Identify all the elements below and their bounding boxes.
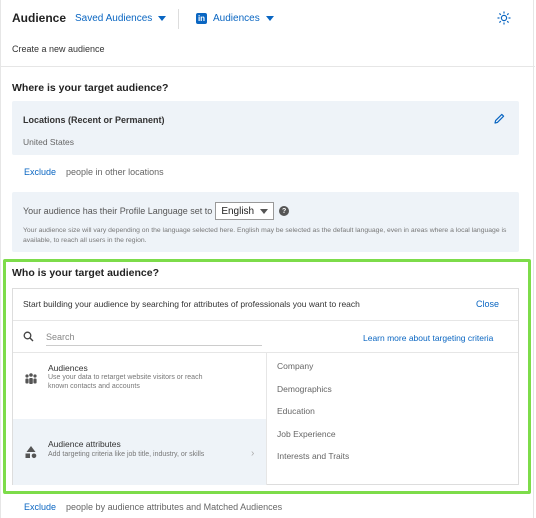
audience-panel: Audience Saved Audiences in Audiences Cr… <box>0 0 535 518</box>
category-audiences[interactable]: Audiences Use your data to retarget webs… <box>13 353 266 419</box>
linkedin-icon: in <box>196 13 207 24</box>
option-company[interactable]: Company <box>277 361 313 371</box>
who-section-title: Who is your target audience? <box>12 267 160 279</box>
subheader: Create a new audience <box>12 44 105 54</box>
audiences-dropdown[interactable]: in Audiences <box>196 13 274 24</box>
locations-value: United States <box>23 137 75 147</box>
panel-top-bar: Start building your audience by searchin… <box>13 289 518 321</box>
exclude-locations-link[interactable]: Exclude <box>24 167 56 177</box>
saved-audiences-label: Saved Audiences <box>75 13 153 24</box>
language-box: Your audience has their Profile Language… <box>12 192 519 252</box>
targeting-panel: Start building your audience by searchin… <box>12 288 519 485</box>
category-desc: Use your data to retarget website visito… <box>48 374 203 390</box>
pencil-icon[interactable] <box>494 113 505 124</box>
category-title: Audiences <box>48 363 88 373</box>
category-desc: Add targeting criteria like job title, i… <box>48 451 205 458</box>
language-prefix: Your audience has their Profile Language… <box>23 206 213 216</box>
lightbulb-icon[interactable] <box>497 11 511 25</box>
option-interests-and-traits[interactable]: Interests and Traits <box>277 451 349 461</box>
help-icon[interactable]: ? <box>279 206 290 216</box>
language-selected: English <box>221 205 255 217</box>
search-icon <box>23 331 34 342</box>
header: Audience Saved Audiences in Audiences <box>1 0 535 38</box>
exclude-audience-link[interactable]: Exclude <box>24 502 56 512</box>
chevron-down-icon <box>265 16 274 21</box>
attribute-options: Company Demographics Education Job Exper… <box>266 352 518 485</box>
category-list: Audiences Use your data to retarget webs… <box>13 352 266 485</box>
category-title: Audience attributes <box>48 439 121 449</box>
where-section-title: Where is your target audience? <box>12 82 169 94</box>
exclude-locations-text: people in other locations <box>66 167 164 177</box>
chevron-down-icon <box>260 208 269 214</box>
search-input[interactable] <box>46 328 262 346</box>
divider <box>1 66 535 67</box>
location-exclude-row: Exclude people in other locations <box>24 167 164 177</box>
option-job-experience[interactable]: Job Experience <box>277 429 336 439</box>
saved-audiences-dropdown[interactable]: Saved Audiences <box>75 13 167 24</box>
close-button[interactable]: Close <box>476 299 499 309</box>
page-title: Audience <box>12 11 67 25</box>
exclude-audience-text: people by audience attributes and Matche… <box>66 502 283 512</box>
language-row: Your audience has their Profile Language… <box>23 202 290 220</box>
language-select[interactable]: English <box>215 202 275 220</box>
people-icon <box>25 373 37 384</box>
language-note: Your audience size will vary depending o… <box>23 227 507 244</box>
chevron-right-icon: › <box>251 448 255 459</box>
locations-label: Locations (Recent or Permanent) <box>23 115 165 125</box>
search-row: Learn more about targeting criteria <box>13 322 518 352</box>
category-audience-attributes[interactable]: Audience attributes Add targeting criter… <box>13 419 266 485</box>
option-demographics[interactable]: Demographics <box>277 384 332 394</box>
targeting-prompt: Start building your audience by searchin… <box>23 299 360 309</box>
audience-exclude-row: Exclude people by audience attributes an… <box>24 502 282 512</box>
chevron-down-icon <box>158 16 167 21</box>
audiences-label: Audiences <box>213 13 260 24</box>
option-education[interactable]: Education <box>277 406 315 416</box>
locations-box: Locations (Recent or Permanent) United S… <box>12 101 519 155</box>
header-divider <box>178 9 179 29</box>
shapes-icon <box>25 446 37 459</box>
learn-more-link[interactable]: Learn more about targeting criteria <box>363 333 493 343</box>
